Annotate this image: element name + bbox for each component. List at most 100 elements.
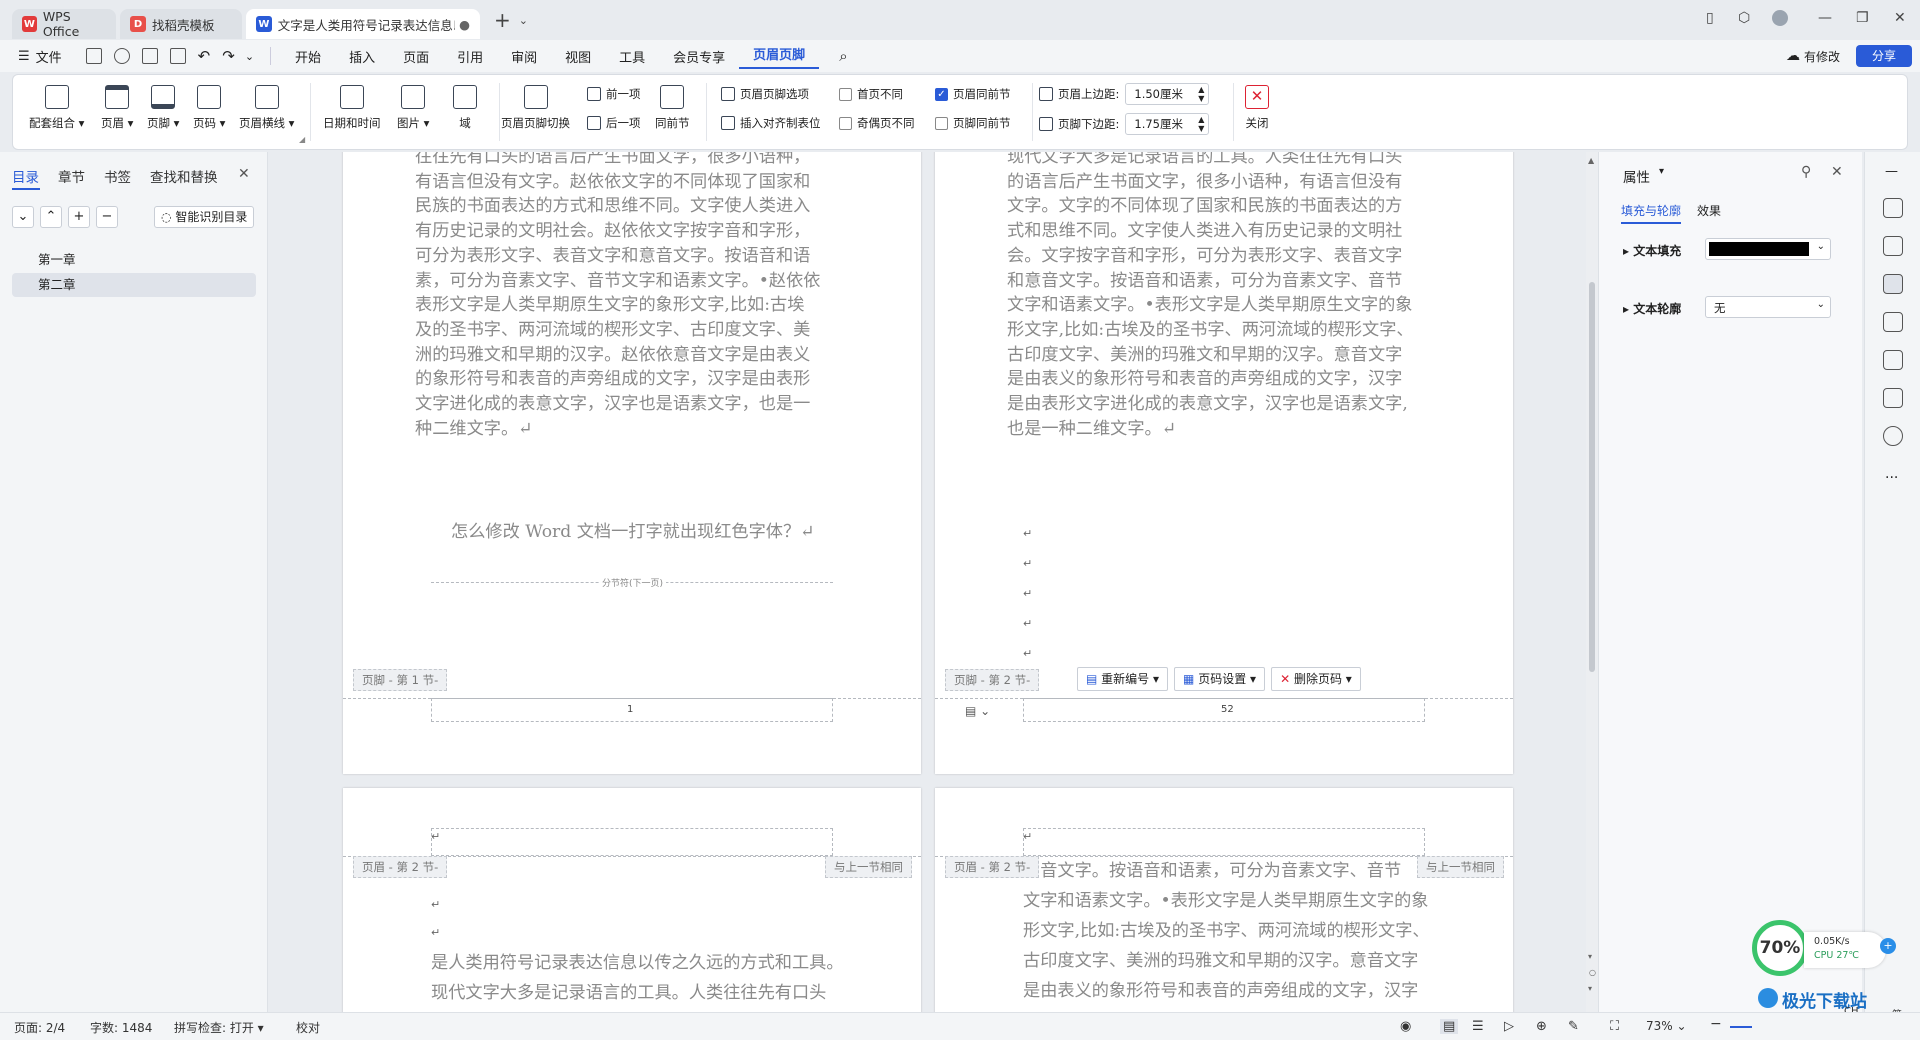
minimize-rail-icon[interactable]: — <box>1885 164 1898 179</box>
search-icon[interactable]: ⌕ <box>839 47 847 65</box>
page-number[interactable]: 1 <box>627 704 633 715</box>
review-icon[interactable] <box>1883 388 1903 408</box>
field-button[interactable]: 域 <box>453 85 477 131</box>
select-browse-icon[interactable]: ○ <box>1589 968 1596 977</box>
body-line[interactable]: 是人类用符号记录表达信息以传之久远的方式和工具。 <box>431 948 844 979</box>
text-fill-label[interactable]: ▸ 文本填充 <box>1623 242 1681 259</box>
boost-icon[interactable]: + <box>1880 938 1896 954</box>
tab-effects[interactable]: 效果 <box>1697 202 1721 219</box>
spinner-icon[interactable]: ▲ ▼ <box>1198 115 1204 133</box>
menu-references[interactable]: 引用 <box>443 47 497 66</box>
vertical-scrollbar[interactable]: ▲ ▾ ○ ▾ <box>1586 152 1598 1012</box>
checkbox-unchecked[interactable] <box>839 116 852 130</box>
tab-document[interactable]: W 文字是人类用符号记录表达信息以 ● <box>246 9 480 39</box>
align-tab-button[interactable]: 插入对齐制表位 <box>721 115 821 131</box>
pen-icon[interactable]: ✎ <box>1568 1019 1579 1034</box>
switch-button[interactable]: 页眉页脚切换 <box>501 85 570 131</box>
picture-button[interactable]: 图片 ▾ <box>397 85 429 131</box>
body-line[interactable]: 文字和语素文字。•表形文字是人类早期原生文字的象 <box>1023 886 1428 917</box>
more-icon[interactable]: ··· <box>1885 470 1898 486</box>
header-box[interactable] <box>1023 828 1425 856</box>
body-line[interactable]: 古印度文字、美洲的玛雅文和早期的汉字。意音文字 <box>1023 946 1418 977</box>
body-line[interactable]: 也是一种二维文字。↵ <box>1007 414 1176 445</box>
layout-icon[interactable]: ▯ <box>1706 10 1714 26</box>
tab-sections[interactable]: 章节 <box>58 166 85 186</box>
page-number[interactable]: 52 <box>1221 704 1234 715</box>
document-area[interactable]: 往往先有口头的语言后产生书面文字，很多小语种， 有语言但没有文字。赵依依文字的不同… <box>269 152 1586 1012</box>
tab-list-chevron-icon[interactable]: ⌄ <box>519 14 528 27</box>
word-count[interactable]: 字数: 1484 <box>90 1019 152 1036</box>
more-chevron-icon[interactable]: ⌄ <box>245 50 254 63</box>
menu-review[interactable]: 审阅 <box>497 47 551 66</box>
close-panel-icon[interactable]: ✕ <box>1831 164 1843 180</box>
outline-view-icon[interactable]: ☰ <box>1472 1019 1484 1034</box>
body-line[interactable]: 现代文字大多是记录语言的工具。人类往往先有口头 <box>431 978 826 1009</box>
eye-icon[interactable]: ◉ <box>1400 1019 1411 1034</box>
tab-wps-office[interactable]: W WPS Office <box>12 9 116 39</box>
prev-button[interactable]: 前一项 <box>587 86 641 102</box>
text-outline-label[interactable]: ▸ 文本轮廓 <box>1623 300 1681 317</box>
page-number-button[interactable]: 页码 ▾ <box>193 85 225 131</box>
footer-button[interactable]: 页脚 ▾ <box>147 85 179 131</box>
odd-even-diff-checkbox[interactable]: 奇偶页不同 <box>839 115 915 131</box>
page-indicator[interactable]: 页面: 2/4 <box>14 1019 65 1036</box>
unsaved-dot-icon[interactable]: ● <box>459 17 470 32</box>
header-line-button[interactable]: 页眉横线 ▾ <box>239 85 294 131</box>
page-2[interactable]: 现代文字大多是记录语言的工具。人类往往先有口头 的语言后产生书面文字，很多小语种，… <box>935 152 1513 774</box>
checkbox-unchecked[interactable] <box>935 116 948 130</box>
page-3[interactable]: ↵ 页眉 - 第 2 节- 与上一节相同 ↵ ↵ 是人类用符号记录表达信息以传之… <box>343 788 921 1012</box>
zoom-level[interactable]: 73% ⌄ <box>1646 1019 1687 1033</box>
header-top-input[interactable]: 1.50厘米 ▲ ▼ <box>1125 83 1210 105</box>
file-menu[interactable]: 文件 <box>36 47 62 66</box>
web-view-icon[interactable]: ⊕ <box>1536 1019 1547 1034</box>
body-line[interactable]: 是由表义的象形符号和表音的声旁组成的文字，汉字 <box>1023 976 1418 1007</box>
style-icon[interactable] <box>1883 312 1903 332</box>
page-1[interactable]: 往往先有口头的语言后产生书面文字，很多小语种， 有语言但没有文字。赵依依文字的不同… <box>343 152 921 774</box>
page-view-icon[interactable]: ▤ <box>1440 1019 1459 1034</box>
text-outline-dropdown[interactable]: 无 ⌄ <box>1705 296 1831 318</box>
spell-check[interactable]: 拼写检查: 打开 ▾ <box>174 1019 264 1036</box>
menu-view[interactable]: 视图 <box>551 47 605 66</box>
share-button[interactable]: 分享 <box>1856 45 1912 67</box>
same-prev-button[interactable]: 同前节 <box>655 85 690 131</box>
tab-fill-outline[interactable]: 填充与轮廓 <box>1621 202 1681 219</box>
help-icon[interactable] <box>1883 426 1903 446</box>
next-button[interactable]: 后一项 <box>587 115 641 131</box>
close-window-icon[interactable]: ✕ <box>1894 10 1906 26</box>
tools-icon[interactable] <box>1883 350 1903 370</box>
save-icon[interactable] <box>85 48 102 64</box>
modified-status[interactable]: 有修改 <box>1804 48 1840 65</box>
cube-icon[interactable]: ⬡ <box>1738 10 1750 26</box>
pen-icon[interactable] <box>1883 198 1903 218</box>
checkbox-unchecked[interactable] <box>839 87 852 101</box>
minimize-icon[interactable]: — <box>1818 10 1832 26</box>
header-same-prev-checkbox[interactable]: ✓ 页眉同前节 <box>935 86 1011 102</box>
close-hf-button[interactable]: ✕ 关闭 <box>1245 85 1269 131</box>
tab-find-replace[interactable]: 查找和替换 <box>150 166 218 186</box>
collapse-icon[interactable]: ⌄ <box>12 206 34 228</box>
first-page-diff-checkbox[interactable]: 首页不同 <box>839 86 903 102</box>
menu-header-footer[interactable]: 页眉页脚 <box>739 44 820 69</box>
new-tab-icon[interactable]: + <box>494 8 511 32</box>
fit-page-icon[interactable]: ⛶ <box>1610 1019 1619 1034</box>
menu-tools[interactable]: 工具 <box>605 47 659 66</box>
expand-corner-icon[interactable]: ◢ <box>299 135 305 144</box>
close-panel-icon[interactable]: ✕ <box>238 166 250 182</box>
footer-bottom-input[interactable]: 1.75厘米 ▲ ▼ <box>1125 113 1210 135</box>
page-setup-button[interactable]: ▦ 页码设置 ▾ <box>1174 667 1266 691</box>
redo-icon[interactable]: ↷ <box>222 47 235 65</box>
scroll-thumb[interactable] <box>1589 282 1595 672</box>
spinner-icon[interactable]: ▲ ▼ <box>1198 85 1204 103</box>
header-box[interactable] <box>431 828 833 856</box>
avatar[interactable] <box>1772 10 1788 26</box>
restore-icon[interactable]: ❐ <box>1856 10 1869 26</box>
zoom-out-icon[interactable]: − <box>1710 1016 1722 1032</box>
text-fill-dropdown[interactable]: ⌄ <box>1705 238 1831 260</box>
play-icon[interactable]: ▷ <box>1504 1019 1514 1034</box>
combo-button[interactable]: 配套组合 ▾ <box>29 85 84 131</box>
body-line[interactable]: 种二维文字。↵ <box>415 414 533 445</box>
tab-bookmarks[interactable]: 书签 <box>104 166 131 186</box>
datetime-button[interactable]: 日期和时间 <box>323 85 381 131</box>
scroll-up-icon[interactable]: ▲ <box>1588 156 1594 165</box>
panel-title[interactable]: 属性 <box>1623 166 1650 186</box>
